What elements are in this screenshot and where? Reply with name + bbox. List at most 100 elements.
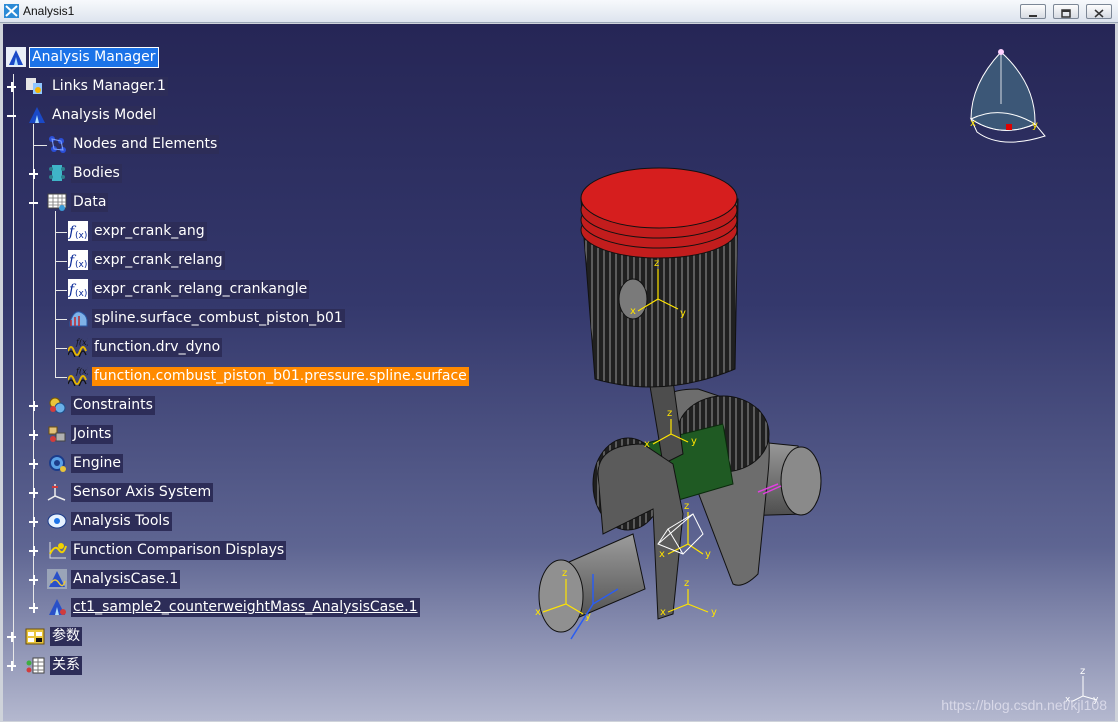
expand-icon[interactable] (29, 459, 38, 469)
expand-icon[interactable] (29, 488, 38, 498)
tree-node-label: 关系 (50, 656, 82, 675)
expand-icon[interactable] (7, 82, 16, 92)
tree-node-label: expr_crank_relang_crankangle (92, 280, 310, 299)
engine-3d-model[interactable]: z x y z x y z x y z x y z x y (523, 134, 843, 644)
joints-icon (48, 426, 66, 442)
tree-node-label: Nodes and Elements (71, 135, 220, 154)
expand-icon[interactable] (29, 603, 38, 613)
collapse-icon[interactable] (29, 198, 38, 207)
relations-icon (26, 657, 45, 674)
tree-node-label: Joints (71, 425, 114, 444)
formula-icon: f (x) (68, 279, 88, 299)
parameters-icon (25, 628, 45, 645)
compass-widget[interactable]: x y (961, 44, 1051, 154)
expand-icon[interactable] (7, 632, 16, 642)
compass-y-label: y (1032, 120, 1038, 131)
tree-node-label: Engine (71, 454, 123, 473)
axis-y-label: y (691, 436, 697, 447)
analysis-tools-icon (47, 513, 67, 529)
tree-node-label: Sensor Axis System (71, 483, 214, 502)
tree-node-label: spline.surface_combust_piston_b01 (92, 309, 345, 328)
watermark: https://blog.csdn.net/kjl108 (941, 697, 1107, 713)
expand-icon[interactable] (29, 430, 38, 440)
tree-connector (55, 377, 67, 378)
expand-icon[interactable] (29, 575, 38, 585)
bodies-icon (49, 165, 65, 181)
axis-y-label: y (680, 308, 686, 319)
tree-node-label: expr_crank_ang (92, 222, 207, 241)
minimize-button[interactable] (1020, 4, 1046, 19)
piston-top (580, 167, 738, 229)
window-title: Analysis1 (23, 4, 75, 18)
minimize-icon (1029, 15, 1037, 17)
compass-x-label: x (970, 118, 976, 129)
close-icon (1094, 9, 1104, 18)
app-icon (4, 4, 19, 18)
axis-y-label: y (711, 607, 717, 618)
3d-viewport[interactable]: Analysis Manager Links Manager.1 Analysi… (3, 24, 1115, 721)
axis-z-label: z (684, 501, 689, 512)
axis-z-label: z (667, 408, 672, 419)
formula-icon: f (x) (68, 221, 88, 241)
axis-z-label: z (654, 258, 659, 269)
tree-connector (55, 348, 67, 349)
expand-icon[interactable] (7, 661, 16, 671)
axis-x-label: x (660, 607, 666, 618)
tree-connector (55, 211, 56, 378)
svg-text:(x): (x) (75, 231, 87, 241)
function-icon: f(x) (68, 367, 88, 386)
expand-icon[interactable] (29, 169, 38, 179)
analysis-model-icon (29, 107, 45, 123)
engine-icon (49, 455, 66, 472)
tree-connector (55, 232, 67, 233)
restore-button[interactable] (1053, 4, 1079, 19)
svg-text:f(x): f(x) (75, 338, 88, 347)
tree-node-label: AnalysisCase.1 (71, 570, 181, 589)
tree-node-label: Bodies (71, 164, 122, 183)
tree-node-label: Analysis Tools (71, 512, 172, 531)
expand-icon[interactable] (29, 401, 38, 411)
axis-x-label: x (659, 549, 665, 560)
analysis-manager-icon (6, 47, 26, 67)
tree-node-label: Analysis Manager (29, 47, 159, 68)
expand-icon[interactable] (29, 517, 38, 527)
tree-node-label: function.combust_piston_b01.pressure.spl… (92, 367, 469, 386)
spline-icon (69, 311, 88, 327)
tree-connector (55, 290, 67, 291)
close-button[interactable] (1086, 4, 1112, 19)
axis-x-label: x (644, 439, 650, 450)
triad-z-label: z (1080, 666, 1085, 677)
tree-node-label: 参数 (50, 627, 82, 646)
tree-node-label: expr_crank_relang (92, 251, 225, 270)
tree-node-label: ct1_sample2_counterweightMass_AnalysisCa… (71, 598, 420, 617)
tree-connector (33, 124, 34, 609)
expand-icon[interactable] (29, 546, 38, 556)
tree-node-label: Constraints (71, 396, 155, 415)
tree-connector (55, 319, 67, 320)
formula-icon: f (x) (68, 250, 88, 270)
title-bar: Analysis1 (0, 0, 1118, 23)
axis-x-label: x (630, 306, 636, 317)
tree-node-label: Analysis Model (50, 106, 159, 125)
tree-node-label: function.drv_dyno (92, 338, 223, 357)
sensor-axis-icon (47, 484, 66, 501)
axis-z-label: z (684, 578, 689, 589)
function-comparison-icon (49, 542, 67, 559)
nodes-elements-icon (49, 136, 66, 153)
tree-connector (33, 145, 47, 146)
analysis-case-icon (49, 599, 66, 615)
left-shaft (538, 533, 646, 633)
collapse-icon[interactable] (7, 111, 16, 120)
tree-node-label: Function Comparison Displays (71, 541, 287, 560)
function-icon: f(x) (68, 338, 88, 357)
constraints-icon (49, 397, 66, 414)
analysis-case-icon (47, 569, 67, 589)
restore-icon (1061, 9, 1071, 18)
axis-x-label: x (535, 607, 541, 618)
tree-connector (13, 74, 14, 666)
axis-z-label: z (562, 568, 567, 579)
piston (580, 167, 739, 388)
svg-text:(x): (x) (75, 260, 87, 270)
tree-node-label: Links Manager.1 (50, 77, 168, 96)
axis-y-label: y (705, 549, 711, 560)
